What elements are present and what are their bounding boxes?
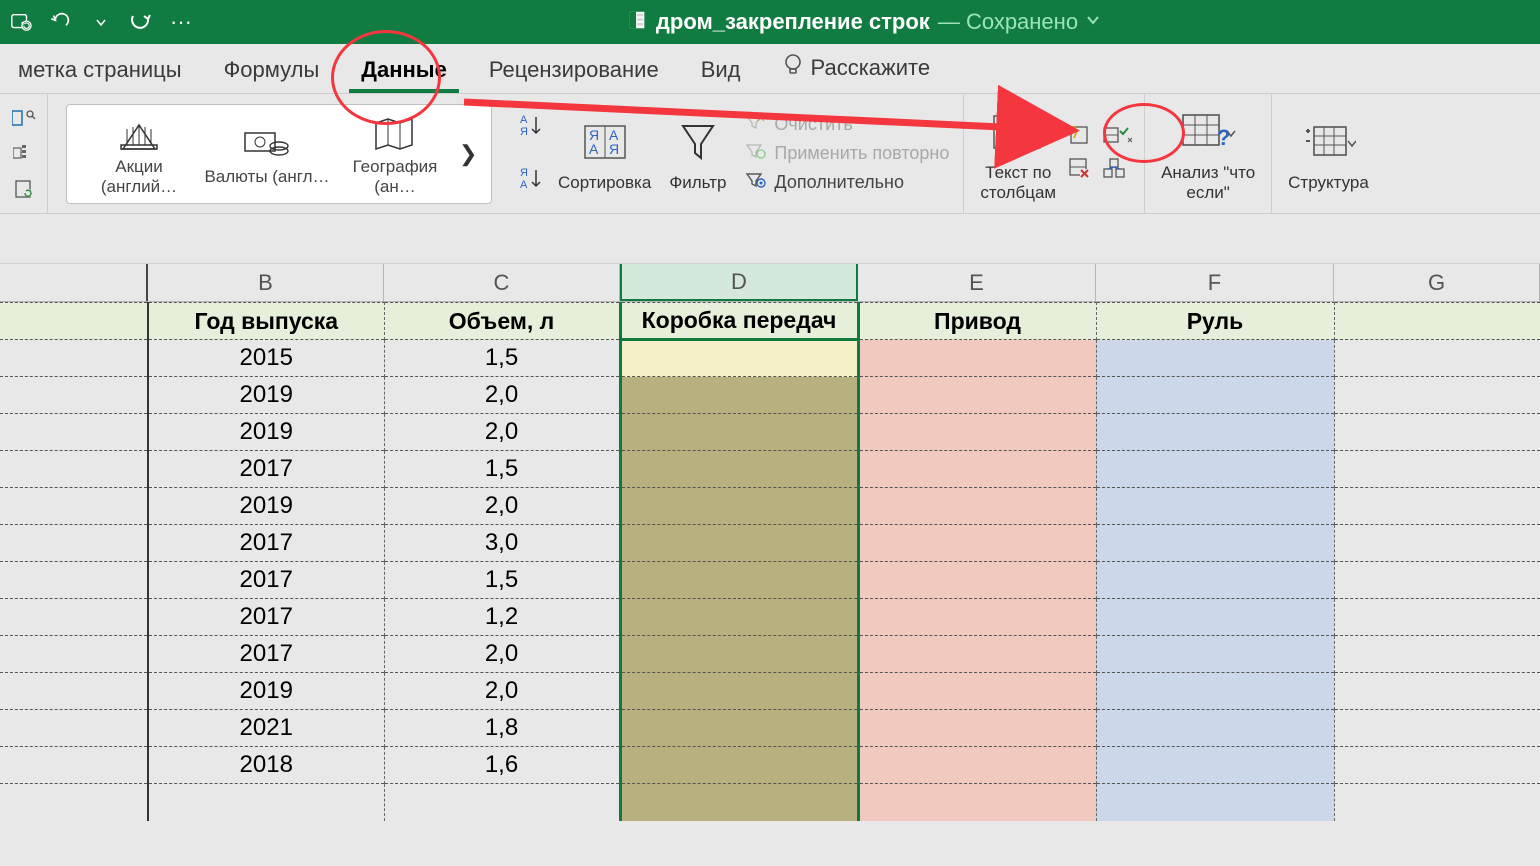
stocks-label: Акции (англий… <box>75 157 203 197</box>
table-row[interactable]: 20171,5 <box>0 562 1540 599</box>
more-icon[interactable]: ··· <box>168 9 194 35</box>
header-year[interactable]: Год выпуска <box>148 303 384 340</box>
text-to-columns-button[interactable]: Текст по столбцам <box>974 105 1062 202</box>
data-types-more-icon[interactable]: ❯ <box>459 141 483 167</box>
queries-connections-icon[interactable] <box>10 105 38 131</box>
data-validation-icon[interactable] <box>1102 124 1134 151</box>
sort-desc-icon[interactable]: ЯA <box>520 166 546 195</box>
colhdr-A[interactable] <box>0 264 148 301</box>
filter-button[interactable]: Фильтр <box>663 115 732 193</box>
tab-data[interactable]: Данные <box>349 47 459 93</box>
header-gearbox[interactable]: Коробка передач <box>620 303 858 340</box>
svg-text:?: ? <box>1217 125 1230 150</box>
lightbulb-icon <box>783 53 803 83</box>
tab-tell-me[interactable]: Расскажите <box>771 43 943 93</box>
remove-duplicates-icon[interactable] <box>1068 157 1092 184</box>
undo-icon[interactable] <box>48 9 74 35</box>
header-steering[interactable]: Руль <box>1096 303 1334 340</box>
table-row[interactable]: 20173,0 <box>0 525 1540 562</box>
tab-page-layout[interactable]: метка страницы <box>6 47 194 93</box>
outline-icon <box>1300 115 1356 169</box>
currencies-icon <box>203 121 331 167</box>
sort-asc-icon[interactable]: AЯ <box>520 113 546 142</box>
redo-icon[interactable] <box>128 9 154 35</box>
sort-icon: ЯAAЯ <box>581 115 629 169</box>
colhdr-D[interactable]: D <box>620 264 858 301</box>
tab-view[interactable]: Вид <box>689 47 753 93</box>
stocks-icon <box>75 111 203 157</box>
what-if-icon: ? <box>1179 105 1237 159</box>
clear-filter-icon <box>742 113 768 136</box>
text-to-columns-icon <box>990 105 1046 159</box>
colhdr-E[interactable]: E <box>858 264 1096 301</box>
what-if-button[interactable]: ? Анализ "что если" <box>1155 105 1261 202</box>
clear-filter-button: Очистить <box>738 111 953 138</box>
table-header-row[interactable]: Год выпуска Объем, л Коробка передач При… <box>0 303 1540 340</box>
title-bar: ··· дром_закрепление строк — Сохранено <box>0 0 1540 44</box>
advanced-filter-icon <box>742 171 768 194</box>
outline-button[interactable]: Структура <box>1282 115 1375 193</box>
tab-review[interactable]: Рецензирование <box>477 47 671 93</box>
undo-dropdown-icon[interactable] <box>88 9 114 35</box>
spreadsheet-grid[interactable]: Год выпуска Объем, л Коробка передач При… <box>0 302 1540 821</box>
sort-button[interactable]: ЯAAЯ Сортировка <box>552 115 657 193</box>
geography-button[interactable]: География (ан… <box>331 111 459 197</box>
document-saved-label: — Сохранено <box>938 9 1078 35</box>
table-row[interactable]: 20181,6 <box>0 747 1540 784</box>
svg-text:A: A <box>520 179 528 190</box>
geography-icon <box>331 111 459 157</box>
autosave-icon[interactable] <box>8 9 34 35</box>
header-drive[interactable]: Привод <box>858 303 1096 340</box>
colhdr-G[interactable]: G <box>1334 264 1540 301</box>
advanced-filter-button[interactable]: Дополнительно <box>738 169 953 196</box>
excel-file-icon <box>626 9 648 36</box>
currencies-button[interactable]: Валюты (англ… <box>203 121 331 187</box>
table-row[interactable]: 20192,0 <box>0 414 1540 451</box>
svg-text:Я: Я <box>609 141 619 157</box>
table-row[interactable]: 20192,0 <box>0 488 1540 525</box>
reapply-filter-button: Применить повторно <box>738 140 953 167</box>
svg-text:A: A <box>589 141 599 157</box>
formula-bar-area <box>0 214 1540 264</box>
filter-icon <box>677 115 719 169</box>
colhdr-C[interactable]: C <box>384 264 620 301</box>
header-volume[interactable]: Объем, л <box>384 303 620 340</box>
title-dropdown-icon[interactable] <box>1086 13 1100 32</box>
table-row[interactable]: 20151,5 <box>0 340 1540 377</box>
table-row[interactable]: 20192,0 <box>0 673 1540 710</box>
ribbon: Акции (англий… Валюты (англ… География (… <box>0 94 1540 214</box>
data-types-gallery[interactable]: Акции (англий… Валюты (англ… География (… <box>66 104 492 204</box>
svg-text:Я: Я <box>520 167 528 179</box>
reapply-filter-icon <box>742 142 768 165</box>
properties-icon[interactable] <box>10 140 38 166</box>
colhdr-B[interactable]: B <box>148 264 384 301</box>
stocks-button[interactable]: Акции (англий… <box>75 111 203 197</box>
table-row[interactable]: 20171,5 <box>0 451 1540 488</box>
document-title[interactable]: дром_закрепление строк <box>656 9 930 35</box>
table-row[interactable]: 20172,0 <box>0 636 1540 673</box>
column-headers: B C D E F G <box>0 264 1540 302</box>
tab-formulas[interactable]: Формулы <box>212 47 332 93</box>
tell-me-label: Расскажите <box>811 55 931 81</box>
table-row[interactable] <box>0 784 1540 821</box>
svg-text:Я: Я <box>520 126 528 137</box>
geography-label: География (ан… <box>331 157 459 197</box>
svg-text:A: A <box>520 114 528 126</box>
ribbon-tabs: метка страницы Формулы Данные Рецензиров… <box>0 44 1540 94</box>
consolidate-icon[interactable] <box>1102 157 1126 184</box>
table-row[interactable]: 20211,8 <box>0 710 1540 747</box>
table-row[interactable]: 20192,0 <box>0 377 1540 414</box>
edit-links-icon[interactable] <box>10 176 38 202</box>
currencies-label: Валюты (англ… <box>203 167 331 187</box>
flash-fill-icon[interactable] <box>1068 124 1092 151</box>
colhdr-F[interactable]: F <box>1096 264 1334 301</box>
table-row[interactable]: 20171,2 <box>0 599 1540 636</box>
